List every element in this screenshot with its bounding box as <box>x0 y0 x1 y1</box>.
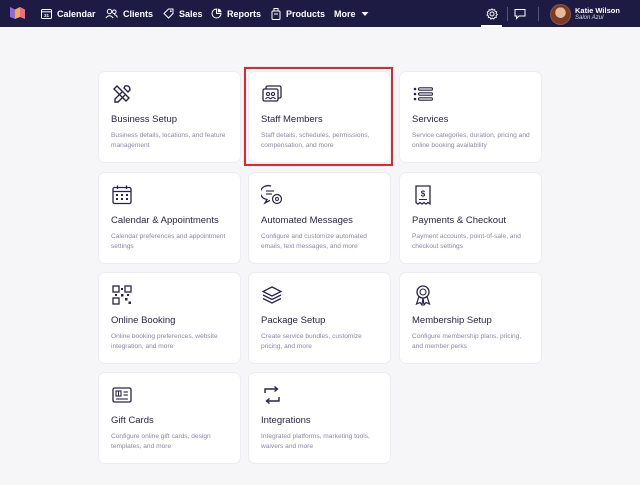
card-title: Gift Cards <box>111 415 154 426</box>
card-membership-setup[interactable]: Membership Setup Configure membership pl… <box>400 273 541 363</box>
svg-text:31: 31 <box>44 13 50 18</box>
card-description: Business details, locations, and feature… <box>111 132 226 149</box>
tag-icon <box>163 8 174 19</box>
calendar-icon: 31 <box>41 9 52 19</box>
card-title: Membership Setup <box>412 315 492 326</box>
products-icon <box>271 7 281 20</box>
badge-icon <box>415 285 431 306</box>
card-integrations[interactable]: Integrations Integrated platforms, marke… <box>249 373 390 463</box>
card-description: Service categories, duration, pricing an… <box>412 132 530 149</box>
nav-reports-label: Reports <box>227 8 262 19</box>
app-logo-icon[interactable] <box>10 6 25 20</box>
card-title: Staff Members <box>261 114 323 125</box>
nav-sales[interactable]: Sales <box>163 0 203 27</box>
card-gift-cards[interactable]: Gift Cards Configure online gift cards, … <box>99 373 240 463</box>
receipt-icon: $ <box>415 185 431 206</box>
card-description: Integrated platforms, marketing tools, w… <box>261 433 370 450</box>
list-icon <box>413 87 434 101</box>
card-title: Automated Messages <box>261 215 353 226</box>
card-title: Online Booking <box>111 315 176 326</box>
nav-divider <box>507 7 508 21</box>
chevron-down-icon <box>361 11 369 16</box>
card-description: Online booking preferences, website inte… <box>111 333 218 350</box>
card-title: Business Setup <box>111 114 178 125</box>
card-automated-messages[interactable]: Automated Messages Configure and customi… <box>249 173 390 263</box>
card-online-booking[interactable]: Online Booking Online booking preference… <box>99 273 240 363</box>
message-gear-icon <box>261 184 283 205</box>
card-title: Integrations <box>261 415 311 426</box>
card-payments-checkout[interactable]: $ Payments & Checkout Payment accounts, … <box>400 173 541 263</box>
card-services[interactable]: Services Service categories, duration, p… <box>400 72 541 162</box>
nav-reports[interactable]: Reports <box>211 0 261 27</box>
nav-more[interactable]: More <box>334 0 369 27</box>
layers-icon <box>261 286 283 304</box>
card-description: Create service bundles, customize pricin… <box>261 333 362 350</box>
card-staff-members[interactable]: Staff Members Staff details, schedules, … <box>249 72 390 162</box>
svg-text:$: $ <box>421 190 426 199</box>
nav-clients-label: Clients <box>123 8 154 19</box>
user-name[interactable]: Katie Wilson <box>575 6 620 15</box>
qr-code-icon <box>112 285 132 305</box>
nav-products-label: Products <box>286 8 326 19</box>
card-description: Payment accounts, point-of-sale, and che… <box>412 233 521 250</box>
nav-calendar-label: Calendar <box>57 8 96 19</box>
card-calendar-appointments[interactable]: Calendar & Appointments Calendar prefere… <box>99 173 240 263</box>
nav-calendar[interactable]: 31 Calendar <box>41 0 96 27</box>
card-title: Payments & Checkout <box>412 215 506 226</box>
gift-card-icon <box>112 387 132 403</box>
card-package-setup[interactable]: Package Setup Create service bundles, cu… <box>249 273 390 363</box>
avatar[interactable] <box>550 4 571 25</box>
card-description: Calendar preferences and appointment set… <box>111 233 226 250</box>
user-salon[interactable]: Salon Azul <box>575 15 603 21</box>
nav-divider <box>538 7 539 21</box>
calendar-grid-icon <box>112 185 132 205</box>
clients-icon <box>105 8 118 19</box>
card-description: Configure membership plans, pricing, and… <box>412 333 522 350</box>
nav-sales-label: Sales <box>179 8 203 19</box>
nav-products[interactable]: Products <box>271 0 325 27</box>
card-title: Calendar & Appointments <box>111 215 219 226</box>
card-title: Package Setup <box>261 315 326 326</box>
chat-bubble-icon <box>514 8 526 20</box>
card-description: Configure online gift cards, design temp… <box>111 433 211 450</box>
staff-icon <box>262 85 282 102</box>
messages-button[interactable] <box>514 0 526 27</box>
settings-button[interactable] <box>479 0 504 27</box>
card-title: Services <box>412 114 449 125</box>
nav-more-label: More <box>334 8 356 19</box>
top-nav-bar: 31 Calendar Clients Sales Reports Produc… <box>0 0 640 27</box>
nav-clients[interactable]: Clients <box>105 0 153 27</box>
card-description: Staff details, schedules, permissions, c… <box>261 132 370 149</box>
tools-icon <box>113 85 131 103</box>
gear-icon <box>485 7 498 20</box>
card-business-setup[interactable]: Business Setup Business details, locatio… <box>99 72 240 162</box>
reports-icon <box>211 8 222 19</box>
sync-icon <box>264 385 280 405</box>
card-description: Configure and customize automated emails… <box>261 233 367 250</box>
